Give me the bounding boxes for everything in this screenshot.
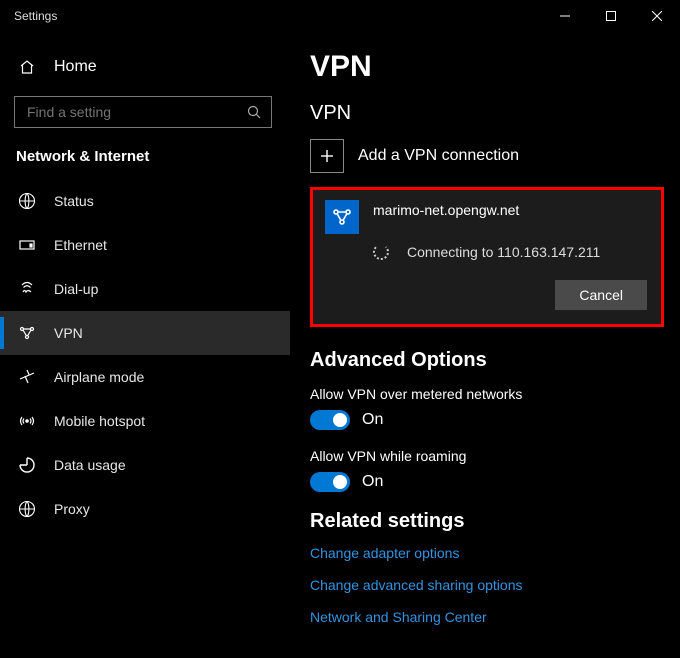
sidebar-item-airplane[interactable]: Airplane mode bbox=[0, 355, 290, 399]
close-button[interactable] bbox=[634, 0, 680, 32]
section-header: Network & Internet bbox=[0, 142, 290, 179]
window-title: Settings bbox=[14, 9, 57, 23]
sidebar-item-label: Ethernet bbox=[54, 237, 107, 253]
page-title: VPN bbox=[310, 50, 664, 84]
sidebar-item-label: VPN bbox=[54, 325, 83, 341]
sidebar-item-label: Status bbox=[54, 193, 94, 209]
metered-toggle[interactable] bbox=[310, 410, 350, 430]
hotspot-icon bbox=[18, 412, 36, 430]
titlebar: Settings bbox=[0, 0, 680, 32]
add-vpn-button[interactable]: Add a VPN connection bbox=[310, 139, 664, 173]
sidebar-item-label: Dial-up bbox=[54, 281, 98, 297]
proxy-icon bbox=[18, 500, 36, 518]
link-network-center[interactable]: Network and Sharing Center bbox=[310, 609, 664, 625]
metered-label: Allow VPN over metered networks bbox=[310, 386, 664, 402]
dialup-icon bbox=[18, 280, 36, 298]
sidebar-item-datausage[interactable]: Data usage bbox=[0, 443, 290, 487]
link-adapter-options[interactable]: Change adapter options bbox=[310, 545, 664, 561]
search-icon bbox=[245, 103, 263, 121]
ethernet-icon bbox=[18, 236, 36, 254]
add-vpn-label: Add a VPN connection bbox=[358, 147, 519, 165]
sidebar-item-proxy[interactable]: Proxy bbox=[0, 487, 290, 531]
spinner-icon bbox=[373, 244, 389, 260]
vpn-section-heading: VPN bbox=[310, 102, 664, 125]
vpn-connection-icon bbox=[325, 200, 359, 234]
vpn-connection-name: marimo-net.opengw.net bbox=[373, 200, 519, 234]
airplane-icon bbox=[18, 368, 36, 386]
status-icon bbox=[18, 192, 36, 210]
metered-state: On bbox=[362, 411, 383, 429]
roaming-label: Allow VPN while roaming bbox=[310, 448, 664, 464]
vpn-connection-card[interactable]: marimo-net.opengw.net Connecting to 110.… bbox=[310, 187, 664, 327]
roaming-state: On bbox=[362, 473, 383, 491]
minimize-button[interactable] bbox=[542, 0, 588, 32]
search-box[interactable] bbox=[14, 96, 272, 128]
home-button[interactable]: Home bbox=[0, 46, 290, 88]
home-label: Home bbox=[54, 58, 97, 76]
search-input[interactable] bbox=[25, 103, 245, 121]
roaming-toggle[interactable] bbox=[310, 472, 350, 492]
sidebar-item-hotspot[interactable]: Mobile hotspot bbox=[0, 399, 290, 443]
sidebar-item-label: Airplane mode bbox=[54, 369, 144, 385]
sidebar-item-status[interactable]: Status bbox=[0, 179, 290, 223]
maximize-button[interactable] bbox=[588, 0, 634, 32]
sidebar-item-vpn[interactable]: VPN bbox=[0, 311, 290, 355]
sidebar-item-label: Data usage bbox=[54, 457, 126, 473]
sidebar-item-ethernet[interactable]: Ethernet bbox=[0, 223, 290, 267]
vpn-icon bbox=[18, 324, 36, 342]
vpn-status-text: Connecting to 110.163.147.211 bbox=[407, 244, 600, 260]
sidebar-item-dialup[interactable]: Dial-up bbox=[0, 267, 290, 311]
main-content: VPN VPN Add a VPN connection marimo-net.… bbox=[290, 32, 680, 658]
cancel-button[interactable]: Cancel bbox=[555, 280, 647, 310]
home-icon bbox=[18, 58, 36, 76]
related-settings-heading: Related settings bbox=[310, 510, 664, 533]
sidebar: Home Network & Internet Status bbox=[0, 32, 290, 658]
plus-icon bbox=[310, 139, 344, 173]
datausage-icon bbox=[18, 456, 36, 474]
sidebar-item-label: Proxy bbox=[54, 501, 90, 517]
sidebar-item-label: Mobile hotspot bbox=[54, 413, 145, 429]
advanced-options-heading: Advanced Options bbox=[310, 349, 664, 372]
link-sharing-options[interactable]: Change advanced sharing options bbox=[310, 577, 664, 593]
